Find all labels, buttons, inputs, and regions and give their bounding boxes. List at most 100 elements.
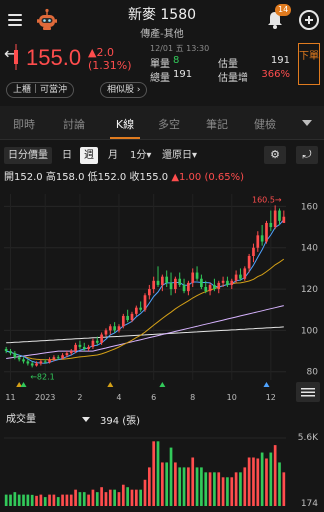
x-tick-label: 2 [77, 393, 82, 402]
candle-body [13, 353, 17, 358]
candle-body [282, 216, 286, 223]
period-day-button[interactable]: 日 [58, 147, 76, 164]
candle-body [147, 289, 151, 296]
volume-bar [239, 472, 242, 506]
candle-body [213, 284, 216, 290]
low-annotation: ←82.1 [30, 372, 55, 381]
similar-stocks-label: 相似股 [107, 85, 135, 95]
candle-body [152, 280, 156, 290]
volume-bar [234, 472, 238, 506]
rotate-icon[interactable]: ⤾ [296, 146, 318, 164]
volume-bar [117, 492, 121, 506]
app-header: 新麥 1580 傳產-其他 14 [0, 0, 324, 40]
x-tick-label: 8 [190, 393, 195, 402]
signal-marker [20, 382, 27, 387]
volume-chart[interactable]: 5.6K 174 [0, 428, 324, 512]
volume-bar [43, 497, 47, 506]
tab-notes[interactable]: 筆記 [195, 116, 239, 132]
period-week-button[interactable]: 週 [80, 147, 98, 164]
stock-name: 新麥 1580 [127, 7, 197, 23]
x-tick-label: 11 [5, 393, 15, 402]
trade-button[interactable]: 下單 [298, 43, 320, 85]
add-watchlist-icon[interactable] [299, 10, 319, 30]
volume-bar [273, 445, 277, 506]
change-percent: (1.31%) [88, 59, 132, 72]
volume-bar [52, 494, 56, 506]
candle-body [74, 344, 77, 352]
stock-title: 新麥 1580 傳產-其他 [90, 4, 234, 40]
tab-more-icon[interactable] [302, 120, 312, 126]
est-volume: 191 [270, 55, 290, 66]
tab-bull-bear[interactable]: 多空 [147, 116, 191, 132]
volume-bar [139, 489, 143, 506]
volume-bar [156, 441, 160, 506]
tab-kline[interactable]: K線 [103, 116, 147, 132]
volume-bar [230, 477, 234, 506]
volume-bar [260, 452, 264, 506]
volume-bar [78, 492, 82, 506]
tab-discussion[interactable]: 討論 [52, 116, 96, 132]
candle-body [178, 278, 182, 285]
volume-bar [108, 489, 112, 506]
y-tick-label: 160 [301, 202, 318, 212]
minute-dropdown[interactable]: 1分▾ [126, 147, 155, 164]
ma-long-line [6, 326, 284, 344]
volume-header: 成交量 394 (張) [0, 408, 324, 428]
volume-bar [134, 489, 138, 506]
adjust-dropdown[interactable]: 還原日▾ [158, 147, 201, 164]
candle-body [161, 276, 164, 285]
volume-bar [61, 494, 64, 506]
menu-icon[interactable] [8, 14, 22, 26]
volume-bar [174, 462, 177, 506]
candle-body [26, 361, 30, 364]
tab-health-check[interactable]: 健檢 [243, 116, 287, 132]
signal-marker [107, 382, 114, 387]
candle-body [204, 287, 208, 292]
gear-icon[interactable]: ⚙ [264, 146, 286, 164]
candle-body [130, 313, 134, 321]
chart-settings-button[interactable] [296, 382, 320, 402]
kline-chart[interactable]: 160 140 120 100 80 11 2023 2 4 6 8 10 12 160.5→ ←82.1 [0, 180, 324, 406]
candle-body [278, 210, 281, 221]
similar-stocks-button[interactable]: 相似股 › [100, 82, 148, 98]
volume-indicator-select[interactable]: 成交量 [6, 410, 36, 425]
volume-bar [9, 494, 12, 506]
volume-bar [195, 467, 199, 506]
candle-body [187, 282, 190, 292]
candle-body [43, 361, 47, 363]
volume-bar [104, 492, 108, 506]
est-volume-label: 估量 [218, 59, 238, 70]
price-change: ▲2.0 (1.31%) [88, 46, 132, 72]
volume-bar [200, 467, 203, 506]
volume-bar [182, 467, 186, 506]
active-tab-indicator [110, 137, 140, 139]
candle-body [121, 315, 125, 327]
candle-body [22, 359, 25, 362]
candle-body [30, 363, 34, 366]
tab-realtime[interactable]: 即時 [2, 116, 46, 132]
volume-bar [100, 487, 103, 506]
quote-panel: ← 155.0 ▲2.0 (1.31%) 12/01 五 13:30 單量 8 … [0, 40, 324, 102]
robot-icon[interactable] [36, 8, 58, 32]
volume-bar [243, 467, 247, 506]
volume-bar [143, 479, 147, 506]
total-volume-label: 總量 [150, 73, 170, 84]
candle-body [78, 344, 82, 347]
kline-type-button[interactable]: 日分價量 [4, 147, 52, 164]
candle-body [56, 357, 60, 359]
candle-body [208, 284, 212, 292]
volume-bar [69, 494, 73, 506]
candle-body [52, 357, 56, 360]
candle-body [39, 361, 43, 364]
high-annotation: 160.5→ [252, 195, 282, 204]
candle-body [100, 334, 103, 343]
y-tick-label: 100 [301, 326, 318, 336]
candle-body [200, 278, 203, 287]
x-tick-label: 12 [266, 393, 276, 402]
candle-body [195, 272, 199, 279]
volume-bar [191, 457, 195, 506]
listing-tag[interactable]: 上櫃｜可當沖 [6, 82, 75, 98]
period-month-button[interactable]: 月 [104, 147, 122, 164]
candle-body [4, 349, 8, 352]
chevron-down-icon[interactable] [82, 417, 90, 422]
